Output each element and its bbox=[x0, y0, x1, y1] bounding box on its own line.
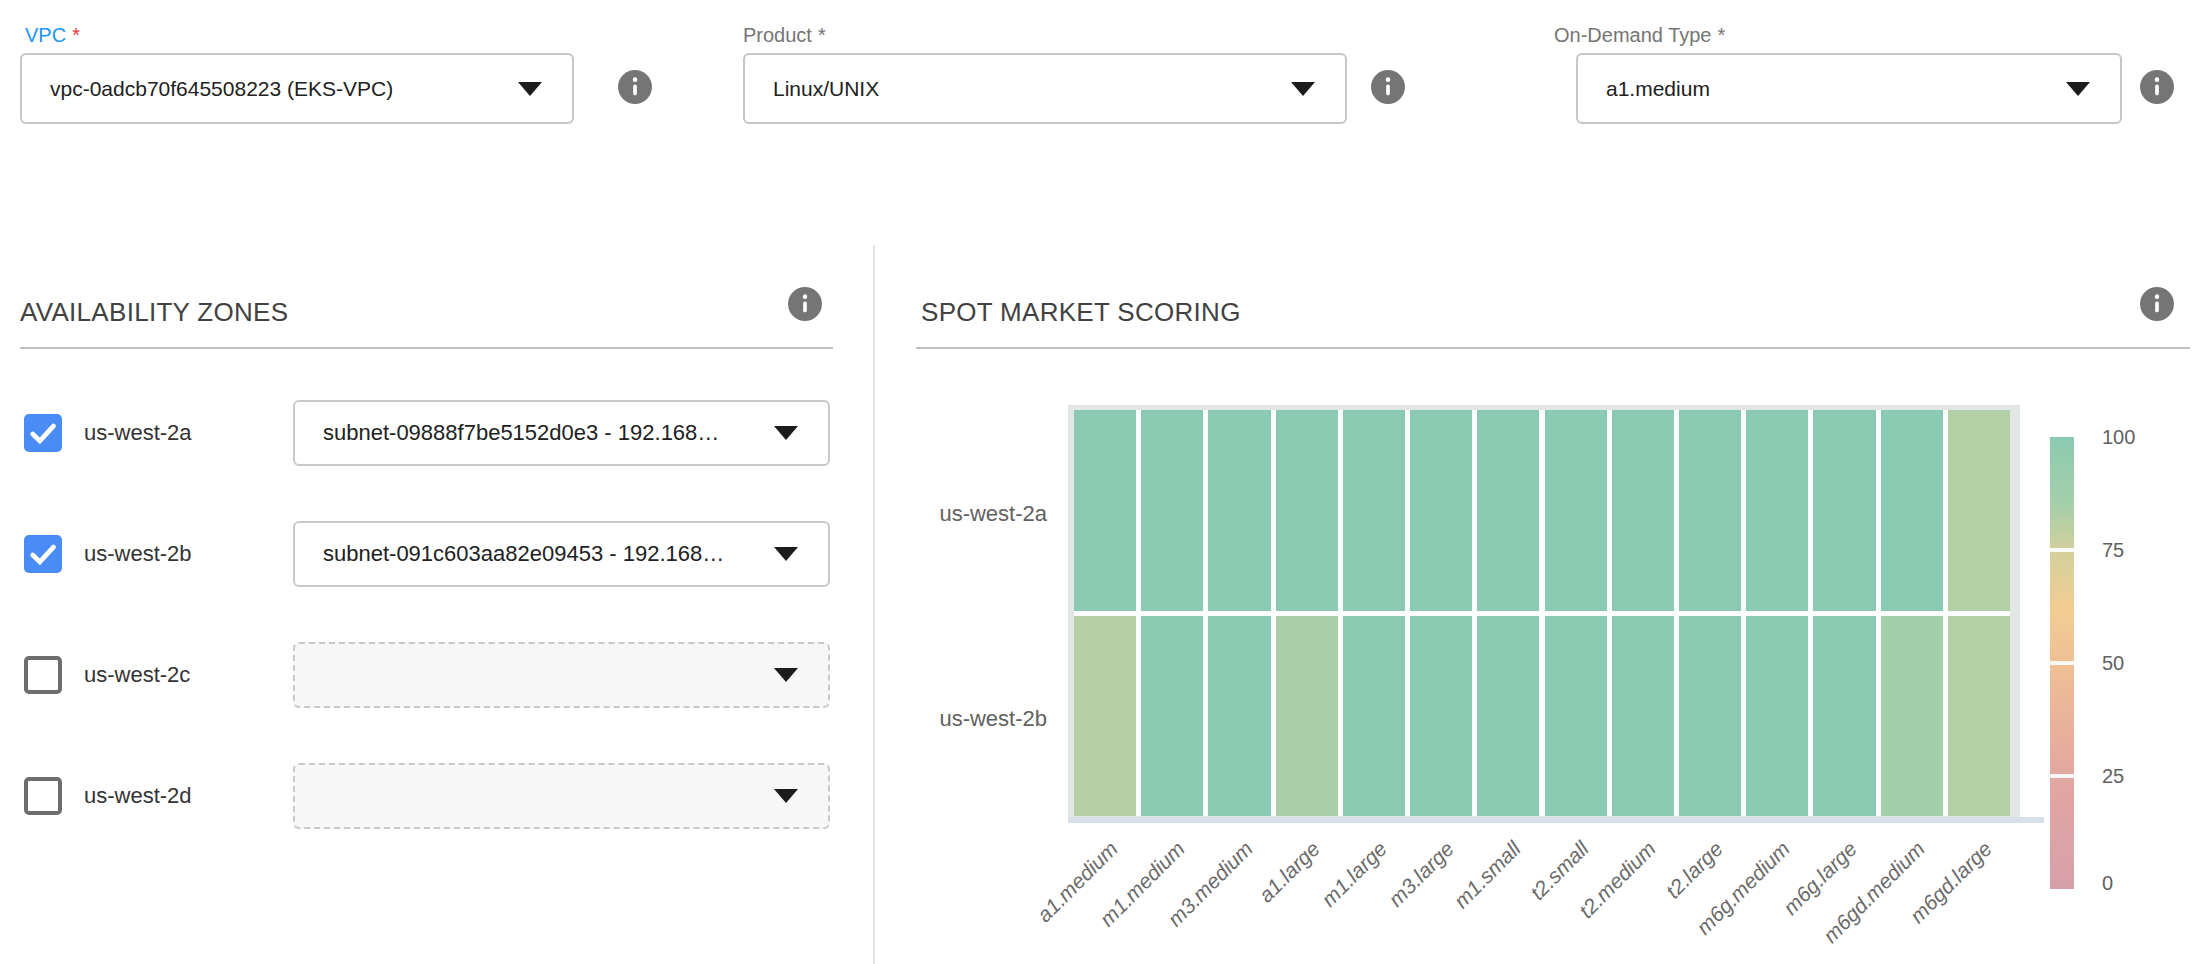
legend-tick-label: 50 bbox=[2102, 650, 2124, 676]
az-checkbox[interactable] bbox=[24, 777, 62, 815]
az-zone-label: us-west-2d bbox=[84, 782, 192, 810]
legend-separator bbox=[2050, 661, 2074, 665]
heatmap-cell[interactable] bbox=[1545, 616, 1607, 817]
heatmap-cell[interactable] bbox=[1881, 410, 1943, 611]
dropdown-caret-icon bbox=[774, 789, 798, 803]
az-checkbox[interactable] bbox=[24, 656, 62, 694]
az-subnet-select[interactable]: subnet-09888f7be5152d0e3 - 192.168… bbox=[293, 400, 830, 466]
az-zone-label: us-west-2c bbox=[84, 661, 190, 689]
heatmap-cell[interactable] bbox=[1074, 410, 1136, 611]
heatmap-cell[interactable] bbox=[1477, 410, 1539, 611]
product-label: Product* bbox=[743, 24, 826, 47]
ondemand-info-icon[interactable] bbox=[2140, 70, 2174, 104]
required-asterisk: * bbox=[72, 24, 80, 46]
ondemand-type-label: On-Demand Type* bbox=[1554, 24, 1725, 47]
availability-zones-underline bbox=[20, 347, 833, 349]
ondemand-type-select[interactable]: a1.medium bbox=[1576, 53, 2122, 124]
dropdown-caret-icon bbox=[774, 547, 798, 561]
heatmap-cell[interactable] bbox=[1276, 410, 1338, 611]
legend-tick-label: 25 bbox=[2102, 763, 2124, 789]
y-axis-label: us-west-2a bbox=[847, 500, 1047, 528]
heatmap-cell[interactable] bbox=[1948, 410, 2010, 611]
heatmap-cell[interactable] bbox=[1343, 616, 1405, 817]
heatmap-cell[interactable] bbox=[1477, 616, 1539, 817]
heatmap-cell[interactable] bbox=[1074, 616, 1136, 817]
heatmap-cell[interactable] bbox=[1813, 410, 1875, 611]
heatmap-cell[interactable] bbox=[1881, 616, 1943, 817]
heatmap-cell[interactable] bbox=[1679, 410, 1741, 611]
availability-zones-title: AVAILABILITY ZONES bbox=[20, 297, 288, 328]
product-select[interactable]: Linux/UNIX bbox=[743, 53, 1347, 124]
heatmap-cell[interactable] bbox=[1410, 410, 1472, 611]
legend-tick-label: 75 bbox=[2102, 537, 2124, 563]
heatmap bbox=[1074, 410, 2010, 816]
vpc-select-value: vpc-0adcb70f645508223 (EKS-VPC) bbox=[22, 77, 393, 101]
dropdown-caret-icon bbox=[774, 426, 798, 440]
heatmap-plot-bottom-strip bbox=[1068, 817, 2044, 823]
az-subnet-value: subnet-09888f7be5152d0e3 - 192.168… bbox=[323, 420, 719, 446]
heatmap-cell[interactable] bbox=[1679, 616, 1741, 817]
legend-separator bbox=[2050, 774, 2074, 778]
heatmap-cell[interactable] bbox=[1141, 410, 1203, 611]
dropdown-caret-icon bbox=[774, 668, 798, 682]
required-asterisk: * bbox=[818, 24, 826, 46]
heatmap-cell[interactable] bbox=[1410, 616, 1472, 817]
vpc-info-icon[interactable] bbox=[618, 70, 652, 104]
heatmap-cell[interactable] bbox=[1141, 616, 1203, 817]
az-zone-label: us-west-2b bbox=[84, 540, 192, 568]
required-asterisk: * bbox=[1718, 24, 1726, 46]
heatmap-cell[interactable] bbox=[1948, 616, 2010, 817]
dropdown-caret-icon bbox=[2066, 82, 2090, 96]
dropdown-caret-icon bbox=[1291, 82, 1315, 96]
availability-zones-info-icon[interactable] bbox=[788, 287, 822, 321]
ondemand-type-select-value: a1.medium bbox=[1578, 77, 1710, 101]
az-subnet-select[interactable] bbox=[293, 763, 830, 829]
spot-market-scoring-info-icon[interactable] bbox=[2140, 287, 2174, 321]
heatmap-cell[interactable] bbox=[1208, 410, 1270, 611]
az-checkbox[interactable] bbox=[24, 414, 62, 452]
heatmap-cell[interactable] bbox=[1612, 616, 1674, 817]
y-axis-label: us-west-2b bbox=[847, 705, 1047, 733]
legend-tick-label: 100 bbox=[2102, 424, 2135, 450]
heatmap-cell[interactable] bbox=[1276, 616, 1338, 817]
spot-market-scoring-underline bbox=[916, 347, 2190, 349]
heatmap-cell[interactable] bbox=[1343, 410, 1405, 611]
heatmap-cell[interactable] bbox=[1612, 410, 1674, 611]
product-info-icon[interactable] bbox=[1371, 70, 1405, 104]
heatmap-color-legend bbox=[2050, 437, 2074, 889]
dropdown-caret-icon bbox=[518, 82, 542, 96]
section-vertical-divider bbox=[873, 245, 875, 964]
heatmap-cell[interactable] bbox=[1746, 616, 1808, 817]
legend-tick-label: 0 bbox=[2102, 870, 2113, 896]
heatmap-cell[interactable] bbox=[1813, 616, 1875, 817]
heatmap-cell[interactable] bbox=[1746, 410, 1808, 611]
spot-market-scoring-title: SPOT MARKET SCORING bbox=[921, 297, 1241, 328]
vpc-select[interactable]: vpc-0adcb70f645508223 (EKS-VPC) bbox=[20, 53, 574, 124]
product-select-value: Linux/UNIX bbox=[745, 77, 879, 101]
heatmap-cell[interactable] bbox=[1545, 410, 1607, 611]
az-checkbox[interactable] bbox=[24, 535, 62, 573]
az-subnet-value: subnet-091c603aa82e09453 - 192.168… bbox=[323, 541, 724, 567]
heatmap-cell[interactable] bbox=[1208, 616, 1270, 817]
az-subnet-select[interactable] bbox=[293, 642, 830, 708]
az-zone-label: us-west-2a bbox=[84, 419, 192, 447]
vpc-label: VPC* bbox=[25, 24, 80, 47]
legend-separator bbox=[2050, 548, 2074, 552]
az-subnet-select[interactable]: subnet-091c603aa82e09453 - 192.168… bbox=[293, 521, 830, 587]
